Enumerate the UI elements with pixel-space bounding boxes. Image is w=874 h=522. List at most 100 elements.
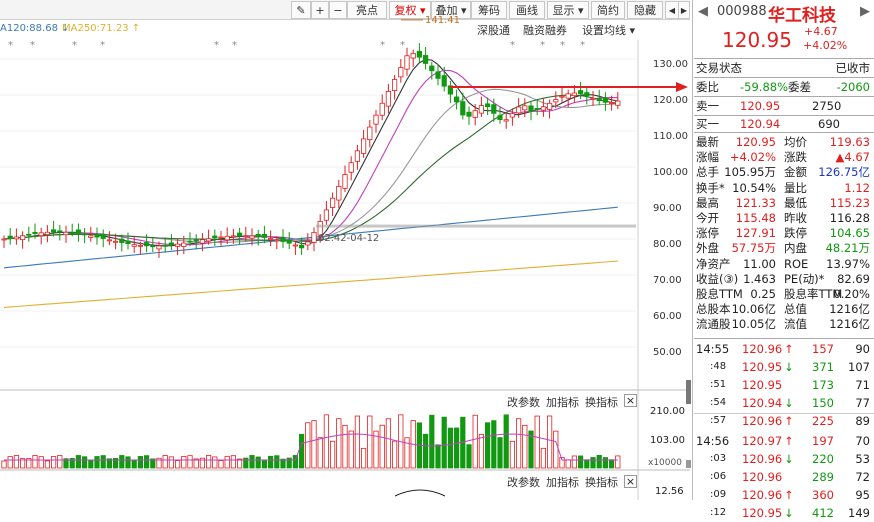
stat-value: +4.02% [729,150,776,165]
tick-direction-icon: ↓ [784,396,794,410]
candle-body [187,240,193,243]
candle-body [274,239,280,242]
volume-bar [305,422,311,469]
resistance-arrow-head [676,82,688,92]
candle-body [19,235,26,241]
tick-volume: 157 [812,342,834,356]
order-ratio-label: 委比 [696,80,719,94]
macd-add-indicator-button[interactable]: 加指标 [546,474,579,490]
tick-volume: 197 [812,434,834,448]
bid1-volume: 690 [818,117,840,131]
volume-bar [441,416,447,469]
volume-bar [391,440,398,469]
volume-bar [565,459,571,469]
stat-label: 均价 [784,135,807,149]
volume-bar [497,437,503,469]
next-stock-icon[interactable]: ▶ [860,4,870,19]
volume-bar [125,456,131,469]
candle-body [212,235,218,239]
macd-tick-label: 12.56 [655,486,684,497]
volume-add-indicator-button[interactable]: 加指标 [546,394,579,410]
candle-body [26,233,32,236]
ask1-row: 卖一 120.95 2750 [696,98,872,114]
candle-body [224,235,230,241]
volume-bar [205,455,212,469]
stat-label: 最新 [696,135,719,149]
tick-row: 14:56 120.97 ↑ 197 70 [696,432,872,450]
ask1-price: 120.95 [740,99,781,113]
tick-row: :06 120.96 289 72 [696,468,872,486]
candle-body [571,92,578,97]
candle-body [410,52,416,59]
candle-body [113,240,119,243]
bid1-label: 买一 [696,117,719,131]
kline-chart[interactable]: 141.41 62.42-04-12 * * * * * * * * * * * * [0,0,690,500]
volume-bar [162,455,168,469]
tick-price: 120.95 [742,506,783,520]
macd-edit-params-button[interactable]: 改参数 [507,474,540,490]
candle-body [373,114,379,125]
stat-value: 121.33 [735,195,776,210]
macd-switch-indicator-button[interactable]: 换指标 [585,474,618,490]
candle-body [602,97,609,103]
tick-price: 120.95 [742,378,783,392]
stat-row: 最新 120.95 均价 119.63 [696,134,872,150]
candle-body [249,235,255,239]
high-annotation: 141.41 [425,15,460,26]
tick-price: 120.96 [742,342,783,356]
stat-value: 1216亿 [829,317,870,332]
volume-bar [292,455,299,469]
tick-direction-icon: ↓ [784,360,794,374]
trade-status-row: 交易状态 已收市 [696,60,872,76]
candle-body [578,90,584,95]
prev-stock-icon[interactable]: ◀ [698,4,708,19]
candle-body [69,232,75,235]
volume-edit-params-button[interactable]: 改参数 [507,394,540,410]
tick-price: 120.96 [742,470,783,484]
candle-body [553,99,559,103]
volume-close-icon[interactable]: × [624,394,637,407]
volume-bar [540,447,547,469]
tick-count: 89 [855,414,870,428]
stat-label: 最低 [784,195,807,210]
tick-direction-icon: ↓ [784,452,794,466]
tick-count: 107 [848,360,870,374]
candle-body [584,92,590,97]
candle-body [13,236,19,240]
stat-label: 最高 [696,195,719,210]
volume-bar [354,415,361,469]
candle-body [348,162,354,173]
tick-direction-icon: ↓ [784,506,794,520]
price-axis-tick: 110.00 [653,131,688,142]
volume-bar [348,430,354,469]
price-axis-tick: 100.00 [653,167,688,178]
stat-label: PE(动)* [784,271,825,286]
tick-row: :54 120.94 ↓ 150 77 [696,394,872,412]
event-marker-icon: * [100,40,105,51]
volume-bar [174,460,181,469]
stat-label: 昨收 [784,211,807,225]
candle-body [367,126,373,140]
stat-value: 116.28 [829,211,870,225]
volume-bar [553,430,559,469]
macd-close-icon[interactable]: × [624,475,637,488]
volume-switch-indicator-button[interactable]: 换指标 [585,394,618,410]
panel-splitter-handle[interactable] [686,380,691,404]
stat-value: 127.91 [735,226,776,241]
tick-volume: 150 [812,396,834,410]
stat-value: 48.21万 [825,241,870,256]
stat-row: 外盘 57.75万 内盘 48.21万 [696,240,872,256]
candle-body [391,79,398,91]
stat-row: 收益(③) 1.463 PE(动)* 82.69 [696,271,872,287]
volume-bar [367,415,373,469]
candle-body [466,111,472,117]
candle-body [298,244,305,249]
last-price: 120.95 [722,28,792,52]
volume-bar [88,460,94,469]
tick-count: 70 [855,434,870,448]
tick-volume: 360 [812,488,834,502]
panel-splitter-handle-2[interactable] [686,460,691,468]
volume-bar [298,433,305,469]
candle-body [292,244,299,247]
stat-label: 量比 [784,180,807,195]
